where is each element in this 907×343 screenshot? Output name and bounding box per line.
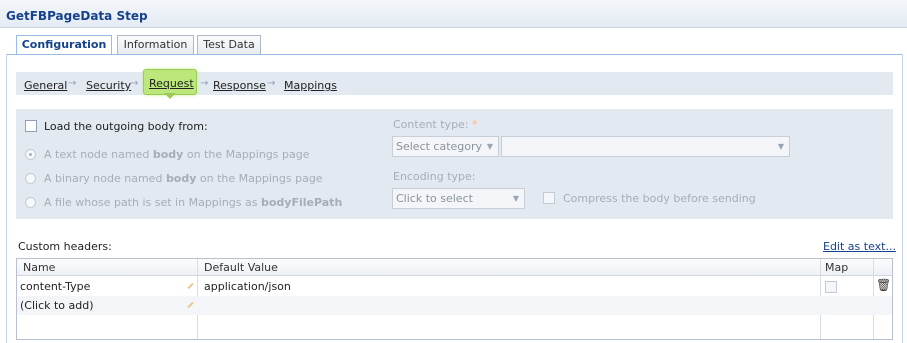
encoding-type-value: Click to select: [396, 192, 473, 205]
content-type-select[interactable]: ▼: [501, 136, 790, 157]
breadcrumb-arrow-icon: →: [200, 78, 209, 89]
column-header-default-value[interactable]: Default Value: [204, 261, 278, 274]
breadcrumb-arrow-icon: →: [68, 78, 77, 89]
radio-binary-node-label: A binary node named body on the Mappings…: [44, 172, 323, 185]
content-category-value: Select category: [396, 140, 483, 153]
custom-headers-label: Custom headers:: [18, 240, 112, 253]
chevron-down-icon: ▼: [486, 142, 494, 151]
table-row[interactable]: content-Type application/json 🗑: [17, 277, 892, 296]
breadcrumb-request-label: Request: [149, 77, 194, 90]
content-category-select[interactable]: Select category ▼: [392, 136, 499, 157]
radio-binary-node[interactable]: [25, 173, 36, 184]
window-header: GetFBPageData Step: [0, 0, 907, 28]
pencil-icon: [187, 282, 194, 290]
breadcrumb-arrow-icon: →: [267, 78, 276, 89]
compress-body-checkbox[interactable]: [543, 192, 555, 204]
tab-information[interactable]: Information: [117, 35, 194, 54]
header-name-cell[interactable]: content-Type: [20, 280, 90, 293]
breadcrumb-security[interactable]: Security: [86, 79, 131, 92]
window-title: GetFBPageData Step: [6, 9, 148, 23]
active-step-pointer: [164, 93, 176, 99]
radio-text-node-label: A text node named body on the Mappings p…: [44, 148, 310, 161]
table-row[interactable]: (Click to add): [17, 296, 892, 315]
column-header-map[interactable]: Map: [825, 261, 848, 274]
load-body-label: Load the outgoing body from:: [44, 120, 208, 133]
breadcrumb-response[interactable]: Response: [213, 79, 266, 92]
add-header-cell[interactable]: (Click to add): [20, 299, 94, 312]
breadcrumb-request[interactable]: Request: [143, 69, 197, 101]
content-type-label: Content type: *: [393, 118, 478, 131]
encoding-type-label: Encoding type:: [393, 170, 476, 183]
column-header-name[interactable]: Name: [23, 261, 55, 274]
required-marker: *: [472, 118, 478, 131]
request-settings-panel: Load the outgoing body from: A text node…: [16, 109, 893, 219]
radio-file-path-label: A file whose path is set in Mappings as …: [44, 196, 343, 209]
breadcrumb-general[interactable]: General: [24, 79, 67, 92]
step-breadcrumb: General → Security → Request → Response …: [16, 69, 893, 99]
radio-file-path[interactable]: [25, 197, 36, 208]
edit-as-text-link[interactable]: Edit as text...: [823, 240, 896, 253]
load-body-checkbox[interactable]: [25, 120, 37, 132]
chevron-down-icon: ▼: [777, 142, 785, 151]
custom-headers-table: Name Default Value Map content-Type appl…: [16, 258, 893, 340]
breadcrumb-mappings[interactable]: Mappings: [284, 79, 337, 92]
pencil-icon: [187, 301, 194, 309]
trash-icon[interactable]: 🗑: [876, 278, 891, 292]
tab-test-data[interactable]: Test Data: [197, 35, 261, 54]
encoding-type-select[interactable]: Click to select ▼: [392, 188, 525, 209]
chevron-down-icon: ▼: [512, 194, 520, 203]
map-checkbox[interactable]: [825, 281, 837, 293]
table-header-row: Name Default Value Map: [17, 259, 892, 276]
radio-text-node[interactable]: [25, 149, 36, 160]
breadcrumb-arrow-icon: →: [130, 78, 139, 89]
header-value-cell[interactable]: application/json: [204, 280, 291, 293]
tab-configuration[interactable]: Configuration: [16, 35, 112, 55]
compress-body-label: Compress the body before sending: [563, 192, 756, 205]
